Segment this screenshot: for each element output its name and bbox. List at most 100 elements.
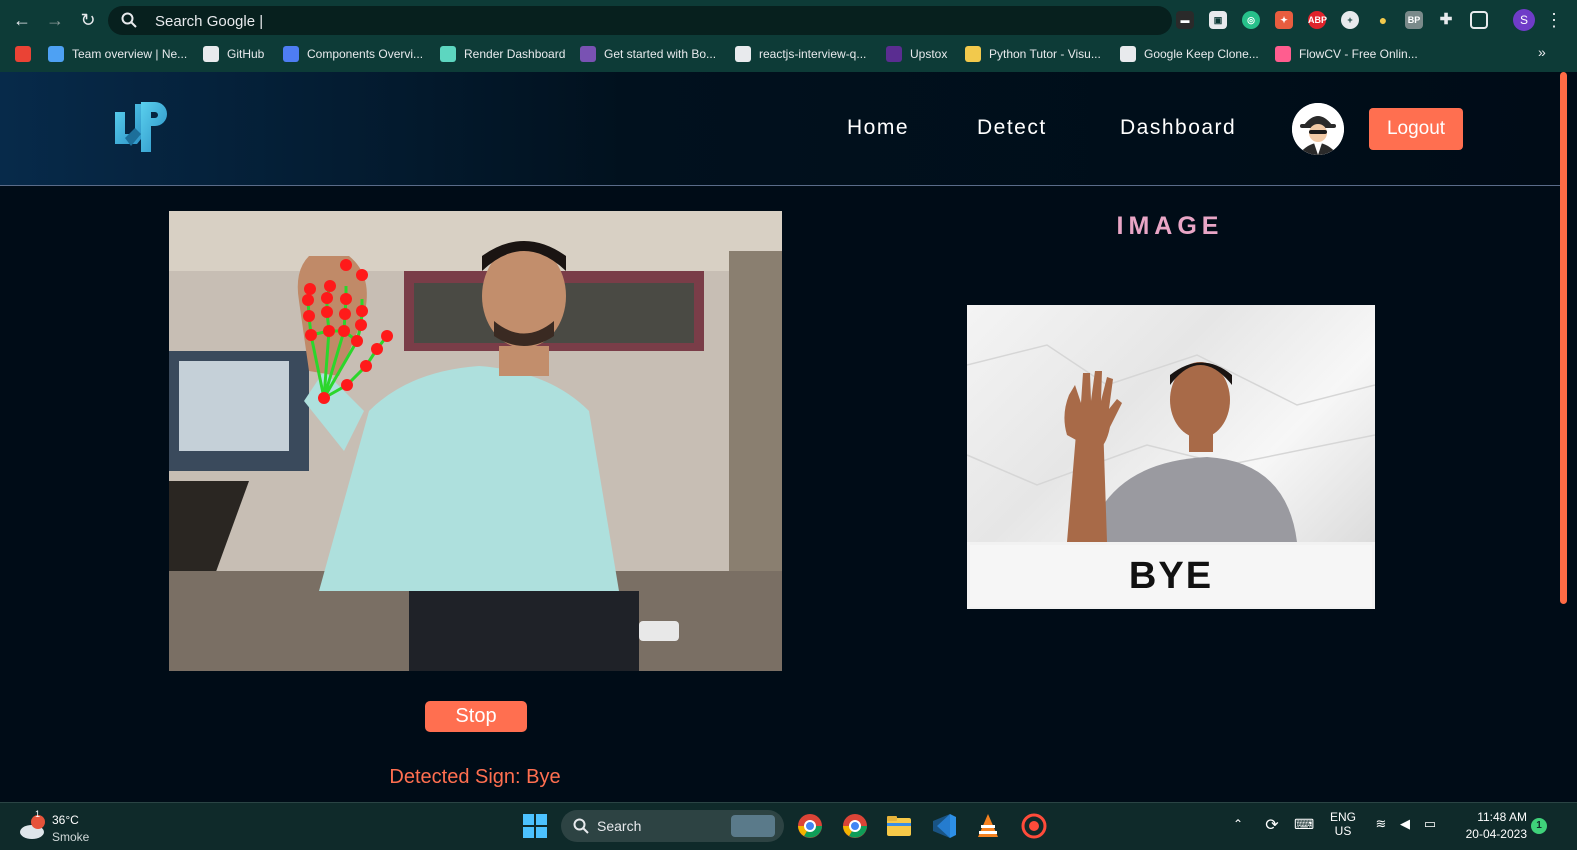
browser-menu-icon[interactable]: ⋮ xyxy=(1545,8,1563,32)
extension-puzzle-red-icon[interactable]: ✦ xyxy=(1275,11,1293,29)
file-explorer-icon[interactable] xyxy=(884,811,914,841)
profile-avatar[interactable]: S xyxy=(1513,9,1535,31)
keep-icon xyxy=(1120,46,1136,62)
wifi-icon[interactable]: ≋ xyxy=(1372,816,1390,832)
extensions-puzzle-icon[interactable]: ✚ xyxy=(1437,11,1455,29)
site-logo[interactable] xyxy=(111,98,171,156)
language-indicator[interactable]: ENG US xyxy=(1326,810,1360,838)
windows-start-icon[interactable] xyxy=(520,811,550,841)
vlc-icon[interactable] xyxy=(973,811,1003,841)
sync-icon[interactable]: ⟳ xyxy=(1262,815,1282,835)
taskbar-search-icon xyxy=(573,818,589,834)
battery-icon[interactable]: ▭ xyxy=(1420,816,1440,832)
forward-button[interactable]: → xyxy=(43,8,67,32)
page-scrollbar-thumb[interactable] xyxy=(1560,72,1567,604)
site-navbar: Home Detect Dashboard Logout xyxy=(0,72,1560,186)
omnibox[interactable] xyxy=(108,6,1172,35)
flowcv-icon xyxy=(1275,46,1291,62)
weather-badge: 1 xyxy=(35,809,41,819)
webcam-feed xyxy=(169,211,782,671)
sign-reference-card: BYE xyxy=(967,305,1375,609)
clock-time: 11:48 AM xyxy=(1477,810,1527,824)
render-icon xyxy=(440,46,456,62)
bookmark-label: Components Overvi... xyxy=(307,47,424,61)
bookmark-item[interactable] xyxy=(15,44,39,64)
language-code: ENG xyxy=(1329,810,1356,824)
bookmarks-bar: Team overview | Ne... GitHub Components Ov… xyxy=(0,41,1577,67)
chrome-profile-icon[interactable] xyxy=(840,811,870,841)
back-button[interactable]: ← xyxy=(10,8,34,32)
bookmark-label: Get started with Bo... xyxy=(604,47,717,61)
taskbar-search[interactable]: Search xyxy=(561,810,784,842)
bookmark-label: Team overview | Ne... xyxy=(72,47,188,61)
cloud-weather-icon xyxy=(20,815,45,839)
windows-taskbar: 1 36°C Smoke Search ⌃ ⟳ ⌨ ENG US ≋ ◀ ▭ 1… xyxy=(0,802,1577,850)
github-icon xyxy=(203,46,219,62)
stop-button[interactable]: Stop xyxy=(425,701,527,732)
image-heading: IMAGE xyxy=(1116,212,1224,240)
search-icon xyxy=(121,12,137,28)
bootstrap-icon xyxy=(580,46,596,62)
nav-dashboard[interactable]: Dashboard xyxy=(1120,116,1236,140)
extension-window-icon[interactable]: ▣ xyxy=(1209,11,1227,29)
nav-home[interactable]: Home xyxy=(847,116,909,140)
bookmark-label: Upstox xyxy=(910,47,948,61)
bookmarks-more-button[interactable]: » xyxy=(1538,44,1546,60)
system-clock[interactable]: 11:48 AM 20-04-2023 xyxy=(1447,809,1527,843)
volume-icon[interactable]: ◀ xyxy=(1396,816,1414,832)
weather-temperature: 36°C xyxy=(52,813,79,827)
bookmark-item[interactable]: Get started with Bo... xyxy=(580,44,716,64)
bookmark-label: Python Tutor - Visu... xyxy=(989,47,1101,61)
detected-sign-text: Detected Sign: Bye xyxy=(389,766,561,788)
bookmark-label: reactjs-interview-q... xyxy=(759,47,867,61)
bookmark-item[interactable]: Python Tutor - Visu... xyxy=(965,44,1101,64)
weather-description: Smoke xyxy=(52,830,90,844)
gmail-icon xyxy=(15,46,31,62)
notification-badge[interactable]: 1 xyxy=(1531,818,1547,834)
bookmark-item[interactable]: Render Dashboard xyxy=(440,44,565,64)
search-highlight-icon xyxy=(731,815,775,837)
sign-reference-image xyxy=(967,305,1375,542)
bookmark-item[interactable]: Team overview | Ne... xyxy=(48,44,187,64)
tray-overflow-icon[interactable]: ⌃ xyxy=(1230,817,1246,831)
sign-reference-label: BYE xyxy=(970,545,1372,607)
user-avatar[interactable] xyxy=(1292,103,1344,155)
region-code: US xyxy=(1334,824,1352,838)
webcam-frame-image xyxy=(169,211,782,671)
bookmark-item[interactable]: Components Overvi... xyxy=(283,44,423,64)
extension-hat-icon[interactable]: ▬ xyxy=(1176,11,1194,29)
nav-detect[interactable]: Detect xyxy=(977,116,1047,140)
bookmark-item[interactable]: Google Keep Clone... xyxy=(1120,44,1259,64)
omnibox-input[interactable] xyxy=(155,10,1135,32)
logout-button[interactable]: Logout xyxy=(1369,108,1463,150)
upstox-icon xyxy=(886,46,902,62)
bookmark-label: Render Dashboard xyxy=(464,47,566,61)
bookmark-label: Google Keep Clone... xyxy=(1144,47,1259,61)
diamond-icon xyxy=(48,46,64,62)
web-page: Home Detect Dashboard Logout Stop Detect… xyxy=(0,72,1560,802)
vscode-icon[interactable] xyxy=(929,811,959,841)
bookmark-item[interactable]: Upstox xyxy=(886,44,947,64)
extension-bp-icon[interactable]: BP xyxy=(1405,11,1423,29)
chrome-icon[interactable] xyxy=(795,811,825,841)
side-panel-icon[interactable] xyxy=(1470,11,1488,29)
reload-button[interactable]: ↻ xyxy=(76,8,100,32)
component-icon xyxy=(283,46,299,62)
bookmark-item[interactable]: reactjs-interview-q... xyxy=(735,44,866,64)
extension-grammarly-icon[interactable]: ◎ xyxy=(1242,11,1260,29)
clock-date: 20-04-2023 xyxy=(1465,827,1527,841)
bye-sign-illustration xyxy=(967,344,1375,542)
extension-bulb-icon[interactable]: ● xyxy=(1374,11,1392,29)
screen-recorder-icon[interactable] xyxy=(1019,811,1049,841)
weather-widget[interactable]: 1 36°C Smoke xyxy=(18,809,108,845)
extension-adblock-icon[interactable]: ABP xyxy=(1308,11,1327,29)
extension-plus-icon[interactable]: + xyxy=(1341,11,1359,29)
keyboard-icon[interactable]: ⌨ xyxy=(1294,816,1314,833)
bookmark-label: FlowCV - Free Onlin... xyxy=(1299,47,1418,61)
bookmark-label: GitHub xyxy=(227,47,265,61)
python-icon xyxy=(965,46,981,62)
bookmark-item[interactable]: GitHub xyxy=(203,44,264,64)
github-icon xyxy=(735,46,751,62)
spy-avatar-icon xyxy=(1292,103,1344,155)
bookmark-item[interactable]: FlowCV - Free Onlin... xyxy=(1275,44,1418,64)
